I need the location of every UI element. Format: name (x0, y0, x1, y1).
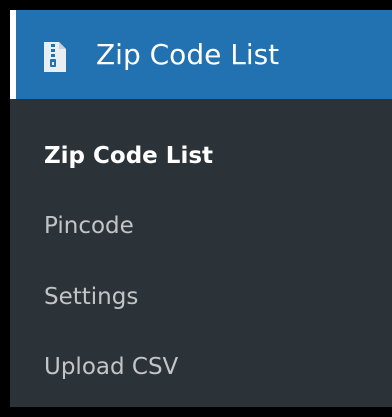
submenu-item-zip-code-list[interactable]: Zip Code List (10, 126, 392, 186)
submenu-item-settings[interactable]: Settings (10, 267, 392, 327)
screenshot-frame: Zip Code List Zip Code List Pincode Sett… (0, 0, 392, 417)
active-indicator-bar (10, 10, 16, 99)
menu-item-zip-code-list-header[interactable]: Zip Code List (10, 10, 392, 99)
submenu-item-pincode[interactable]: Pincode (10, 196, 392, 256)
submenu-item-upload-csv[interactable]: Upload CSV (10, 337, 392, 397)
zip-file-icon (44, 42, 66, 72)
menu-header-title: Zip Code List (96, 38, 280, 71)
admin-sidebar-menu: Zip Code List Zip Code List Pincode Sett… (10, 10, 392, 407)
submenu: Zip Code List Pincode Settings Upload CS… (10, 99, 392, 407)
